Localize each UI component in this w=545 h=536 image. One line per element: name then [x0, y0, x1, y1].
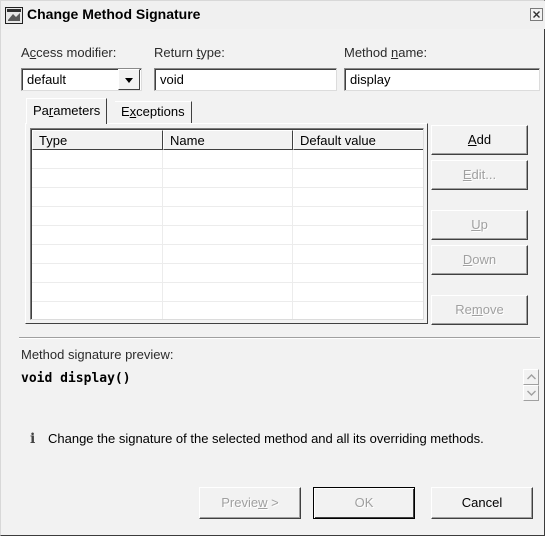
table-row — [32, 207, 423, 226]
column-header-name[interactable]: Name — [163, 130, 293, 150]
return-type-field[interactable]: void — [154, 68, 337, 91]
info-message: Change the signature of the selected met… — [48, 431, 484, 446]
column-header-type[interactable]: Type — [32, 130, 163, 150]
method-name-label: Method name: — [344, 45, 428, 60]
table-row — [32, 169, 423, 188]
preview-label: Method signature preview: — [21, 347, 174, 362]
window-title: Change Method Signature — [27, 6, 201, 22]
app-icon — [5, 7, 23, 24]
table-row — [32, 150, 423, 169]
table-row — [32, 226, 423, 245]
scroll-up-button[interactable] — [523, 369, 539, 385]
return-type-value: void — [160, 72, 184, 87]
parameters-table[interactable]: Type Name Default value — [30, 128, 424, 320]
table-row — [32, 283, 423, 302]
tab-exceptions[interactable]: Exceptions — [115, 101, 192, 123]
access-modifier-value: default — [27, 72, 67, 87]
chevron-down-icon[interactable] — [118, 69, 140, 90]
table-row — [32, 302, 423, 319]
access-modifier-label: Access modifier: — [21, 45, 117, 60]
table-row — [32, 245, 423, 264]
column-header-default-value[interactable]: Default value — [293, 130, 423, 150]
parameters-tab-panel: Type Name Default value — [25, 123, 428, 324]
table-header: Type Name Default value — [32, 130, 423, 150]
ok-button[interactable]: OK — [313, 487, 415, 519]
add-button[interactable]: Add — [431, 125, 528, 155]
tab-parameters[interactable]: Parameters — [26, 98, 108, 124]
title-bar[interactable]: Change Method Signature — [1, 1, 545, 29]
signature-preview[interactable]: void display() — [21, 371, 131, 386]
preview-button[interactable]: Preview > — [199, 487, 301, 519]
table-row — [32, 264, 423, 283]
method-name-value: display — [350, 72, 391, 87]
remove-button[interactable]: Remove — [431, 295, 528, 325]
close-icon[interactable] — [530, 8, 543, 21]
chevron-up-icon — [527, 374, 536, 380]
method-name-field[interactable]: display — [344, 68, 540, 91]
edit-button[interactable]: Edit... — [431, 160, 528, 190]
scroll-down-button[interactable] — [523, 385, 539, 401]
separator — [19, 337, 540, 339]
info-icon: i — [30, 431, 36, 447]
change-method-signature-dialog: Change Method Signature Access modifier:… — [0, 0, 545, 536]
table-row — [32, 188, 423, 207]
cancel-button[interactable]: Cancel — [431, 487, 533, 519]
down-button[interactable]: Down — [431, 245, 528, 275]
return-type-label: Return type: — [154, 45, 225, 60]
up-button[interactable]: Up — [431, 210, 528, 240]
chevron-down-icon — [527, 390, 536, 396]
